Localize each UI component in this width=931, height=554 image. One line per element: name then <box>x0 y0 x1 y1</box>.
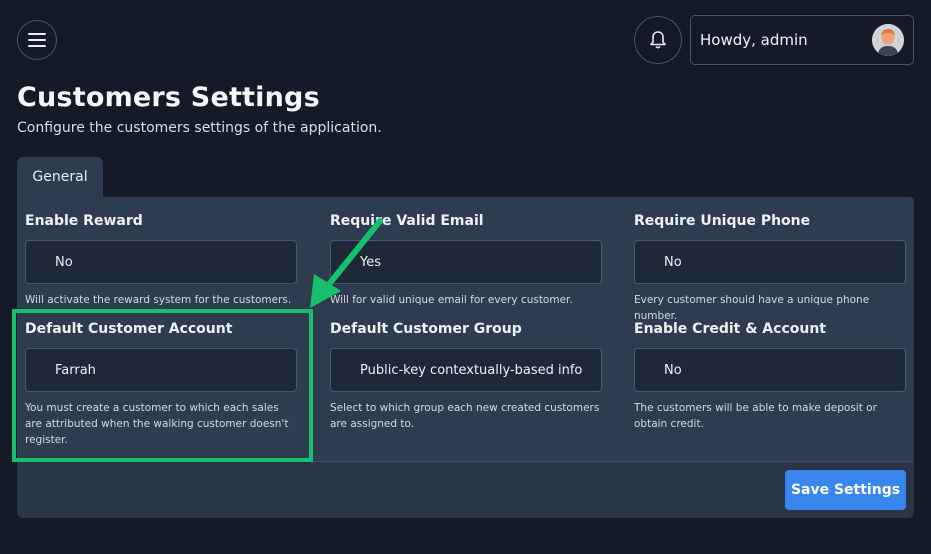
enable-reward-select[interactable]: No <box>25 240 297 284</box>
require-unique-phone-label: Require Unique Phone <box>634 213 811 229</box>
enable-credit-account-field: Enable Credit & Account No The customers… <box>634 321 907 432</box>
require-valid-email-field: Require Valid Email Yes Will for valid u… <box>330 213 603 308</box>
require-unique-phone-help: Every customer should have a unique phon… <box>634 294 870 322</box>
default-customer-group-field: Default Customer Group Public-key contex… <box>330 321 603 432</box>
tab-general[interactable]: General <box>17 157 103 197</box>
require-valid-email-select[interactable]: Yes <box>330 240 602 284</box>
bell-icon <box>650 31 666 49</box>
enable-credit-account-label: Enable Credit & Account <box>634 321 826 337</box>
annotation-highlight-box <box>12 309 313 462</box>
enable-credit-account-help: The customers will be able to make depos… <box>634 402 877 430</box>
enable-credit-account-select[interactable]: No <box>634 348 906 392</box>
user-greeting: Howdy, admin <box>700 31 808 49</box>
default-customer-group-label: Default Customer Group <box>330 321 522 337</box>
default-customer-group-select[interactable]: Public-key contextually-based info <box>330 348 602 392</box>
menu-button[interactable] <box>17 20 57 60</box>
panel-footer <box>17 461 914 518</box>
save-settings-button[interactable]: Save Settings <box>785 470 906 510</box>
page-subtitle: Configure the customers settings of the … <box>17 120 382 136</box>
require-valid-email-label: Require Valid Email <box>330 213 484 229</box>
enable-reward-label: Enable Reward <box>25 213 143 229</box>
user-avatar <box>872 24 904 56</box>
notifications-button[interactable] <box>634 16 682 64</box>
user-menu[interactable]: Howdy, admin <box>690 15 914 65</box>
require-unique-phone-select[interactable]: No <box>634 240 906 284</box>
enable-reward-field: Enable Reward No Will activate the rewar… <box>25 213 298 308</box>
page-title: Customers Settings <box>17 82 320 113</box>
hamburger-menu-icon <box>28 33 46 47</box>
enable-reward-help: Will activate the reward system for the … <box>25 294 292 306</box>
require-valid-email-help: Will for valid unique email for every cu… <box>330 294 573 306</box>
require-unique-phone-field: Require Unique Phone No Every customer s… <box>634 213 907 324</box>
default-customer-group-help: Select to which group each new created c… <box>330 402 600 430</box>
